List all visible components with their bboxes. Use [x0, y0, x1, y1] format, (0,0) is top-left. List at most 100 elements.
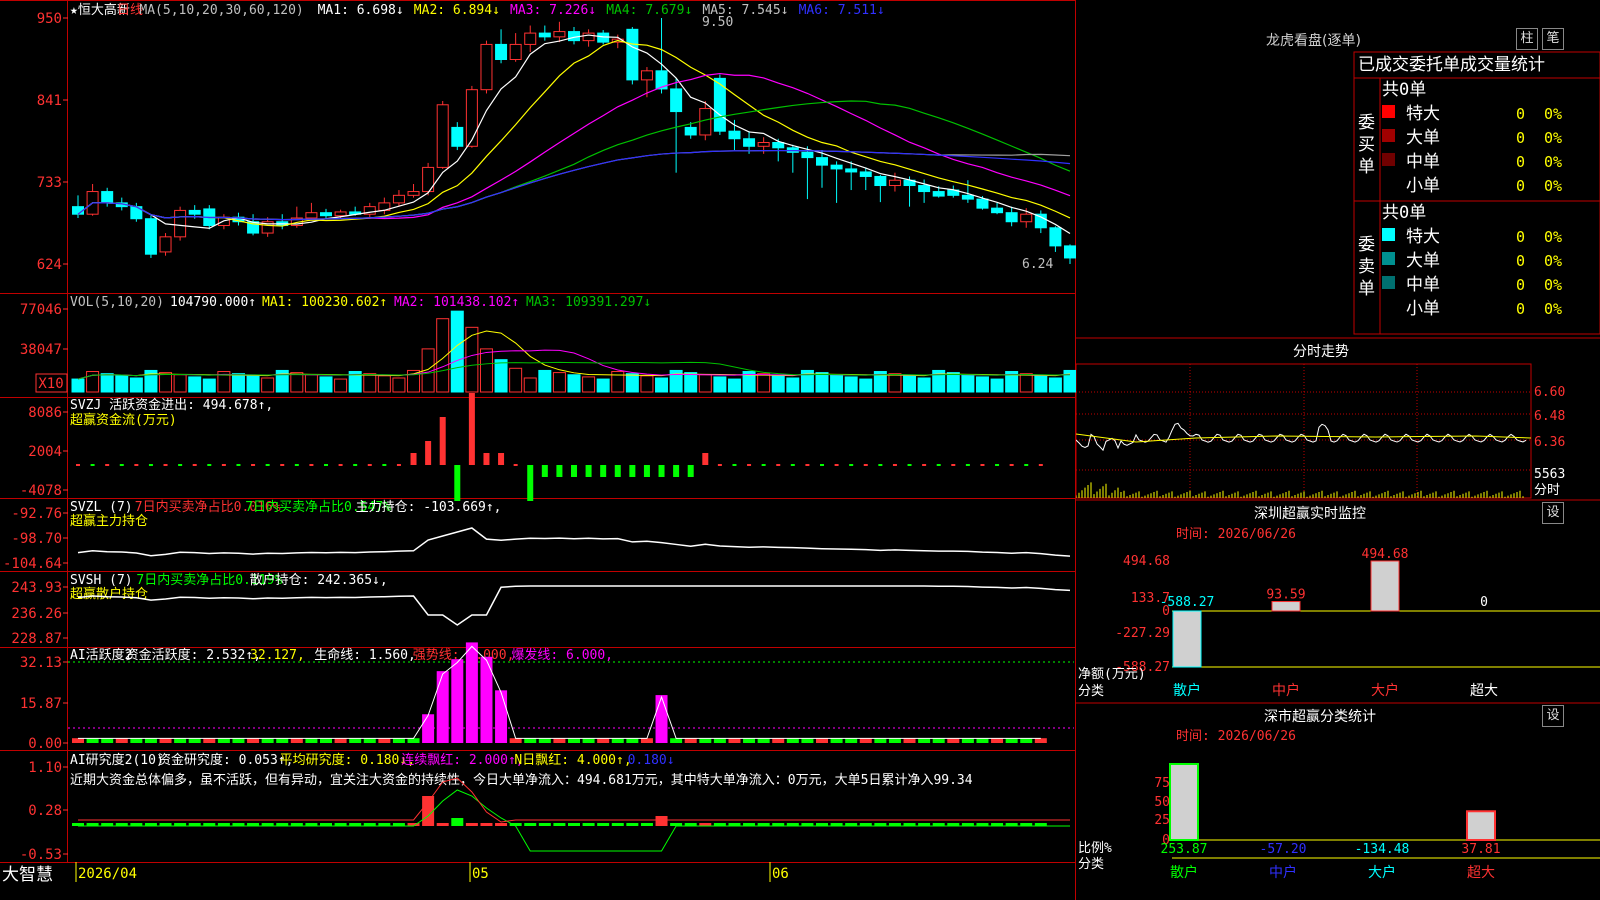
ai1-bar: [1020, 738, 1033, 743]
ai2-bar: [597, 823, 610, 826]
ai1-bar: [670, 738, 683, 743]
sell-row-name: 大单: [1406, 251, 1440, 271]
volume-bar: [494, 359, 508, 393]
svzj-bar: [600, 465, 607, 477]
candle-body: [407, 191, 420, 196]
candle-body: [918, 185, 931, 193]
monitor-axis-label: 494.68: [1123, 554, 1170, 569]
candle-body: [626, 28, 639, 81]
buy-side-label: 买: [1358, 135, 1375, 155]
volume-bar: [86, 371, 100, 393]
volume-bar: [523, 377, 537, 393]
ai1-bar: [320, 738, 332, 743]
sell-row-pct: 0%: [1544, 276, 1562, 294]
svzj-bar: [265, 464, 270, 466]
volume-bar: [815, 372, 829, 393]
ai1-bar: [874, 738, 887, 743]
svzj-line2: 超赢资金流(万元): [70, 412, 177, 428]
volume-bar: [479, 348, 493, 393]
monitor-category: 散户: [1173, 682, 1201, 699]
price-axis-label: 950: [37, 11, 62, 27]
ai1-bar: [72, 738, 84, 743]
candle-body: [392, 194, 405, 204]
ai2-bar: [524, 823, 537, 826]
volume-bar: [71, 378, 85, 393]
volume-bar: [159, 372, 173, 393]
vol-value: 104790.000↑: [170, 295, 256, 310]
candle-body: [757, 142, 770, 147]
candle-body: [334, 211, 347, 217]
volume-bar: [231, 373, 245, 393]
volume-bar: [129, 377, 143, 393]
monitor-axis-label: -588.27: [1115, 660, 1170, 675]
sell-swatch-0: [1382, 228, 1395, 241]
ai1-bar: [757, 738, 770, 743]
svzj-bar: [439, 417, 446, 465]
ai1-bar: [392, 738, 405, 743]
volume-bar: [830, 374, 844, 393]
sell-row-pct: 0%: [1544, 252, 1562, 270]
svzl-line: [77, 527, 1071, 557]
monitor-category: 大户: [1371, 682, 1399, 699]
svzj-line1: SVZJ 活跃资金进出: 494.678↑,: [70, 397, 273, 413]
candle-body: [159, 236, 172, 253]
x-label-start: 2026/04: [78, 866, 137, 882]
svzj-bar: [498, 453, 505, 465]
svzj-bar: [643, 465, 650, 477]
ai2-bar: [553, 823, 566, 826]
candle-body: [188, 209, 201, 215]
monitor-bar-value: 0: [1480, 595, 1488, 610]
svzj-bar: [192, 464, 197, 466]
svzj-bar: [614, 465, 621, 477]
ai1-bar: [830, 738, 843, 743]
candle-body: [743, 138, 756, 147]
svzj-bar: [236, 464, 241, 466]
svzj-bar: [454, 465, 461, 501]
volume-bar: [509, 367, 523, 393]
monitor-title: 深圳超赢实时监控: [1254, 505, 1366, 522]
fenshi-unit: 分时: [1534, 483, 1560, 498]
volume-bar: [888, 373, 902, 393]
candle-body: [305, 212, 318, 219]
monitor-bar-value: 93.59: [1266, 588, 1305, 603]
sell-row-value: 0: [1516, 300, 1525, 318]
ai1-bar: [130, 738, 143, 743]
svsh-header-2: 散户持仓: 242.365↓,: [250, 572, 388, 588]
ai1-bar: [640, 738, 653, 743]
ai2-header-2: 平均研究度: 0.180↓,: [280, 752, 415, 768]
ai1-bar: [174, 738, 187, 743]
volume-bar: [1048, 377, 1062, 393]
buy-row-pct: 0%: [1544, 129, 1562, 147]
class-settings-button[interactable]: 设: [1542, 705, 1564, 727]
stroke-toggle-button[interactable]: 笔: [1542, 28, 1564, 50]
svzj-bar: [527, 465, 534, 501]
volume-bar: [436, 318, 450, 393]
svsh-axis-label: 243.93: [11, 580, 62, 596]
brand-logo: 大智慧: [2, 865, 53, 885]
svzj-bar: [702, 453, 709, 465]
volume-bar: [334, 378, 348, 393]
candle-body: [699, 108, 712, 136]
svzj-bar: [936, 464, 941, 466]
monitor-bar-value: -588.27: [1160, 595, 1215, 610]
ai2-bar: [655, 816, 668, 826]
monitor-settings-button[interactable]: 设: [1542, 502, 1564, 524]
column-toggle-button[interactable]: 柱: [1516, 28, 1538, 50]
ai1-bar: [611, 738, 624, 743]
ai1-bar: [961, 738, 974, 743]
svzj-bar: [105, 464, 110, 466]
class-title: 深市超赢分类统计: [1264, 708, 1376, 725]
volume-bar: [538, 369, 552, 393]
ai1-bar: [713, 738, 726, 743]
candle-body: [816, 157, 828, 166]
candle-body: [801, 151, 814, 159]
svzj-bar: [410, 453, 417, 465]
ai2-bar: [640, 823, 653, 826]
ai2-bar: [465, 823, 478, 826]
ai1-bar: [334, 738, 347, 743]
lhkp-subtitle: 已成交委托单成交量统计: [1358, 55, 1545, 75]
ai1-bar: [859, 738, 872, 743]
ai1-bar: [976, 738, 989, 743]
stock-chart-area[interactable]: 950 841 733 624 77046 38047 X10 8086 2004 -4078 -9…: [0, 0, 1076, 900]
class-bar-value: 37.81: [1461, 842, 1500, 857]
